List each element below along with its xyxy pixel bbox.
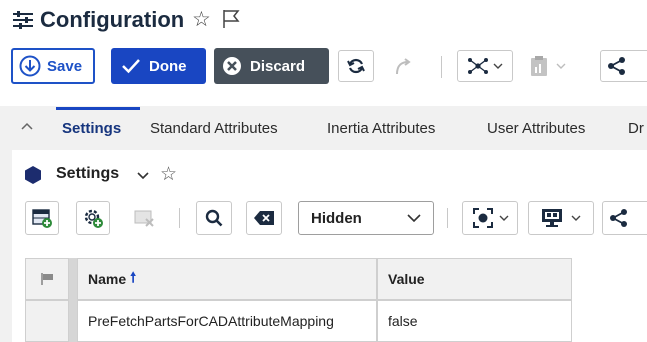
- chevron-down-icon: [407, 214, 421, 222]
- add-table-icon: [32, 209, 52, 228]
- save-button[interactable]: Save: [11, 48, 95, 84]
- row-flag-cell[interactable]: [25, 300, 69, 342]
- clear-filter-button[interactable]: [246, 201, 282, 235]
- active-tab-indicator: [56, 107, 140, 110]
- toolbar-divider: [441, 56, 442, 78]
- redo-arrow-icon: [396, 58, 411, 75]
- checkmark-icon: [121, 58, 141, 74]
- table-cell-value[interactable]: false: [377, 300, 572, 342]
- flag-column-header[interactable]: [25, 258, 69, 300]
- table-cell-name[interactable]: PreFetchPartsForCADAttributeMapping: [77, 300, 377, 342]
- save-label: Save: [47, 57, 83, 75]
- backspace-icon: [254, 211, 274, 225]
- configuration-icon: [13, 11, 33, 29]
- panel-title: Settings: [56, 165, 120, 182]
- filter-selected-value: Hidden: [311, 209, 362, 227]
- tab-truncated[interactable]: Dr: [628, 120, 644, 137]
- toolbar-divider: [179, 208, 180, 228]
- redo-button[interactable]: [389, 50, 419, 82]
- tab-inertia-attributes[interactable]: Inertia Attributes: [327, 120, 435, 137]
- focus-menu-button[interactable]: [462, 201, 518, 235]
- column-header-value[interactable]: Value: [377, 258, 572, 300]
- share-icon: [610, 209, 627, 227]
- discard-label: Discard: [250, 57, 306, 75]
- page-title: Configuration: [40, 7, 185, 32]
- flag-icon: [41, 273, 53, 285]
- remove-row-icon: [134, 210, 154, 227]
- tab-standard-attributes[interactable]: Standard Attributes: [150, 120, 278, 137]
- share-menu-button[interactable]: [602, 201, 647, 235]
- discard-button[interactable]: Discard: [214, 48, 329, 84]
- search-button[interactable]: [196, 201, 232, 235]
- add-row-button[interactable]: [25, 201, 59, 235]
- done-label: Done: [149, 57, 187, 75]
- collapse-chevron-up-icon[interactable]: [20, 121, 34, 131]
- refresh-icon: [347, 58, 365, 74]
- share-icon: [608, 57, 625, 75]
- gear-add-icon: [84, 209, 103, 228]
- chevron-down-icon[interactable]: [137, 172, 149, 180]
- remove-row-button[interactable]: [128, 201, 162, 235]
- chevron-down-icon: [556, 63, 566, 69]
- toolbar-divider: [447, 208, 448, 228]
- settings-table: Name 🠕 Value PreFetchPartsForCADAttribut…: [25, 258, 572, 342]
- focus-target-icon: [472, 208, 493, 228]
- tab-user-attributes[interactable]: User Attributes: [487, 120, 585, 137]
- display-menu-button[interactable]: [528, 201, 594, 235]
- column-header-label: Value: [388, 271, 425, 287]
- structure-menu-button[interactable]: [457, 50, 513, 82]
- share-menu-button[interactable]: [600, 50, 647, 82]
- delete-menu-button[interactable]: [524, 50, 572, 82]
- flag-icon[interactable]: [222, 9, 240, 29]
- search-icon: [205, 209, 223, 227]
- chevron-down-icon: [571, 215, 581, 221]
- monitor-icon: [542, 209, 562, 227]
- chevron-down-icon: [493, 63, 503, 69]
- save-icon: [19, 55, 41, 77]
- refresh-button[interactable]: [338, 50, 374, 82]
- tab-settings[interactable]: Settings: [62, 120, 121, 137]
- visibility-filter-select[interactable]: Hidden: [298, 201, 434, 235]
- chevron-down-icon: [499, 215, 508, 221]
- done-button[interactable]: Done: [111, 48, 206, 84]
- favorite-star-icon[interactable]: ☆: [192, 9, 211, 31]
- column-header-label: Name: [88, 271, 127, 287]
- add-setting-button[interactable]: [76, 201, 110, 235]
- column-header-name[interactable]: Name 🠕: [77, 258, 377, 300]
- favorite-star-icon[interactable]: ☆: [160, 163, 177, 186]
- clipboard-chart-icon: [531, 56, 547, 76]
- column-divider: [69, 258, 77, 342]
- hexagon-icon: [25, 166, 41, 184]
- sort-ascending-icon: 🠕: [130, 269, 137, 285]
- network-icon: [468, 58, 488, 74]
- discard-icon: [222, 56, 242, 76]
